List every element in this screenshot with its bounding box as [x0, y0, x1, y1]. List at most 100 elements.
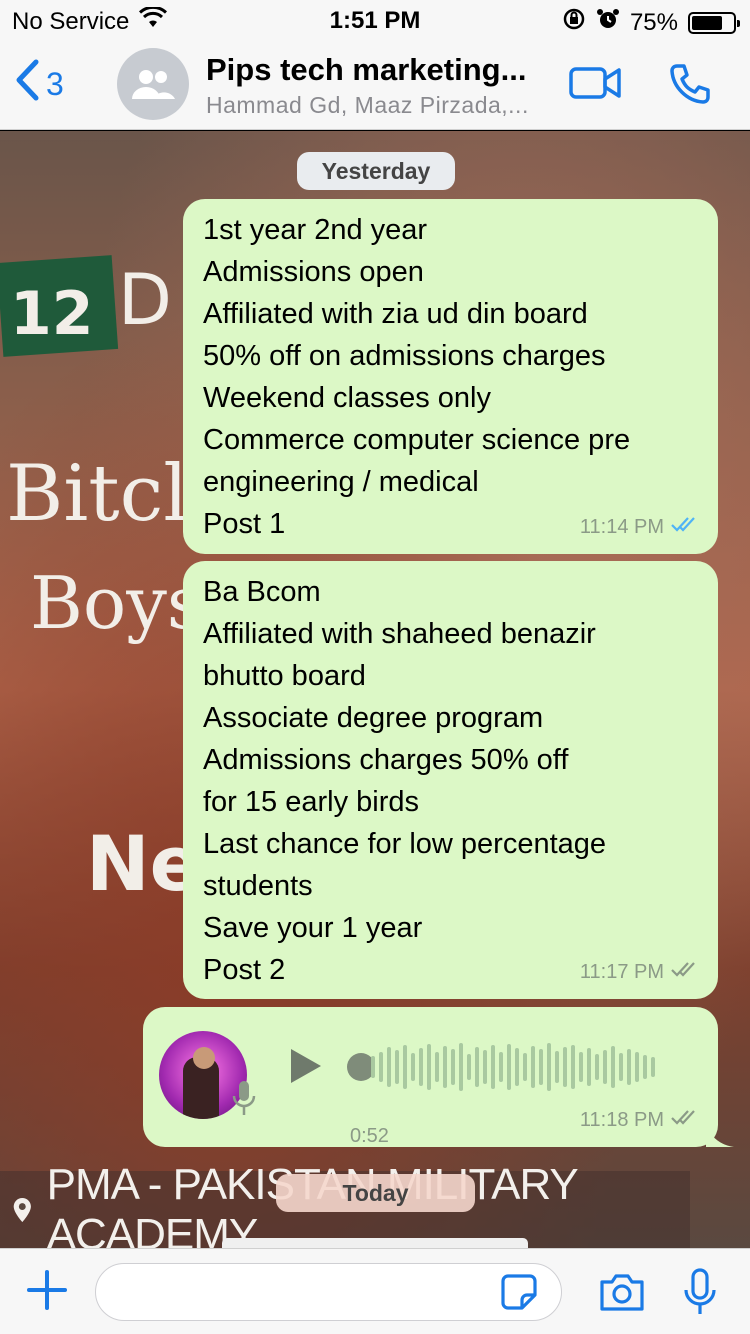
waveform-bar — [603, 1050, 607, 1084]
message-line: students — [203, 870, 313, 902]
delivered-receipt-icon — [670, 1099, 700, 1141]
waveform-bar — [643, 1055, 647, 1079]
waveform-bar — [403, 1045, 407, 1089]
waveform-bar — [579, 1052, 583, 1082]
waveform-bar — [371, 1056, 375, 1078]
waveform-bar — [587, 1048, 591, 1086]
message-time: 11:18 PM — [579, 1109, 664, 1131]
waveform-bar — [619, 1053, 623, 1081]
play-button[interactable] — [289, 1047, 323, 1097]
date-separator-yesterday: Yesterday — [297, 152, 455, 190]
phone-icon — [668, 64, 712, 110]
waveform-bar — [467, 1054, 471, 1080]
waveform-bar — [539, 1049, 543, 1085]
message-time: 11:14 PM — [579, 516, 664, 538]
message-time: 11:17 PM — [579, 961, 664, 983]
waveform-bar — [443, 1046, 447, 1088]
message-bubble[interactable]: Ba Bcom Affiliated with shaheed benazir … — [183, 561, 718, 999]
alarm-icon — [596, 7, 620, 38]
message-line: Commerce computer science pre — [203, 424, 631, 456]
camera-button[interactable] — [598, 1271, 646, 1318]
chat-header: 3 Pips tech marketing... Hammad Gd, Maaz… — [0, 40, 750, 130]
waveform-bar — [387, 1047, 391, 1087]
message-bubble[interactable]: 1st year 2nd year Admissions open Affili… — [183, 199, 718, 554]
message-line: Last chance for low percentage — [203, 828, 607, 860]
message-line: Associate degree program — [203, 702, 544, 734]
back-button[interactable]: 3 — [14, 58, 64, 110]
waveform-bar — [451, 1049, 455, 1085]
sticker-icon — [500, 1274, 538, 1315]
voice-message-bubble[interactable]: 0:52 11:18 PM — [143, 1007, 734, 1147]
message-line: for 15 early birds — [203, 786, 419, 818]
date-separator-today: Today — [276, 1174, 475, 1212]
waveform-bar — [507, 1044, 511, 1090]
chat-participants[interactable]: Hammad Gd, Maaz Pirzada,... — [206, 92, 529, 119]
sticker-button[interactable] — [500, 1273, 538, 1316]
message-line: Weekend classes only — [203, 382, 492, 414]
message-text: 1st year 2nd year Admissions open Affili… — [203, 209, 698, 545]
waveform-bar — [427, 1044, 431, 1090]
play-icon — [289, 1049, 323, 1092]
status-bar: No Service 1:51 PM 75% — [0, 0, 750, 40]
waveform-bar — [411, 1053, 415, 1081]
message-line: 1st year 2nd year — [203, 214, 428, 246]
voice-call-button[interactable] — [668, 62, 712, 111]
message-line: Admissions open — [203, 256, 424, 288]
orientation-lock-icon — [562, 7, 586, 38]
camera-icon — [598, 1274, 646, 1317]
waveform-bar — [563, 1047, 567, 1087]
chat-title[interactable]: Pips tech marketing... — [206, 52, 526, 88]
wallpaper-text: Bitcl — [6, 449, 189, 539]
waveform-bar — [531, 1046, 535, 1088]
waveform-bar — [595, 1054, 599, 1080]
message-line: Admissions charges 50% off — [203, 744, 569, 776]
composer-bar — [0, 1248, 750, 1334]
message-line: Affiliated with zia ud din board — [203, 298, 588, 330]
waveform-bar — [611, 1046, 615, 1088]
voice-waveform[interactable] — [371, 1035, 655, 1099]
waveform-bar — [515, 1048, 519, 1086]
message-meta: 11:18 PM — [580, 1099, 700, 1141]
battery-percent: 75% — [629, 8, 678, 36]
waveform-bar — [435, 1052, 439, 1082]
location-pin-icon — [13, 1197, 31, 1222]
waveform-bar — [547, 1043, 551, 1091]
waveform-bar — [419, 1048, 423, 1086]
avatar-head — [193, 1047, 215, 1069]
waveform-bar — [459, 1043, 463, 1091]
waveform-bar — [483, 1050, 487, 1084]
chevron-left-icon — [14, 58, 40, 110]
waveform-bar — [627, 1049, 631, 1085]
wallpaper-text: D — [118, 259, 172, 341]
attach-button[interactable] — [26, 1269, 68, 1316]
microphone-icon — [231, 1079, 257, 1131]
waveform-bar — [571, 1045, 575, 1089]
video-call-button[interactable] — [568, 64, 622, 107]
unread-count: 3 — [46, 65, 64, 102]
waveform-bar — [475, 1047, 479, 1087]
waveform-bar — [555, 1051, 559, 1083]
bubble-tail — [706, 1123, 734, 1147]
delivered-receipt-icon — [670, 951, 700, 993]
waveform-bar — [499, 1052, 503, 1082]
voice-record-button[interactable] — [682, 1267, 718, 1322]
message-line: engineering / medical — [203, 466, 479, 498]
read-receipt-icon — [670, 506, 700, 548]
message-line: 50% off on admissions charges — [203, 340, 606, 372]
plus-icon — [26, 1270, 68, 1315]
message-meta: 11:17 PM — [580, 951, 700, 993]
waveform-bar — [523, 1053, 527, 1081]
waveform-bar — [379, 1052, 383, 1082]
wallpaper-text: 12 — [10, 279, 94, 349]
battery-icon — [688, 11, 740, 34]
waveform-bar — [635, 1052, 639, 1082]
microphone-icon — [682, 1268, 718, 1321]
group-avatar-icon[interactable] — [117, 48, 189, 120]
message-input[interactable] — [95, 1263, 562, 1321]
voice-duration: 0:52 — [350, 1125, 389, 1147]
waveform-bar — [491, 1045, 495, 1089]
wallpaper-text: Boys — [30, 561, 204, 645]
video-camera-icon — [568, 67, 622, 106]
message-line: bhutto board — [203, 660, 366, 692]
message-line: Ba Bcom — [203, 576, 321, 608]
